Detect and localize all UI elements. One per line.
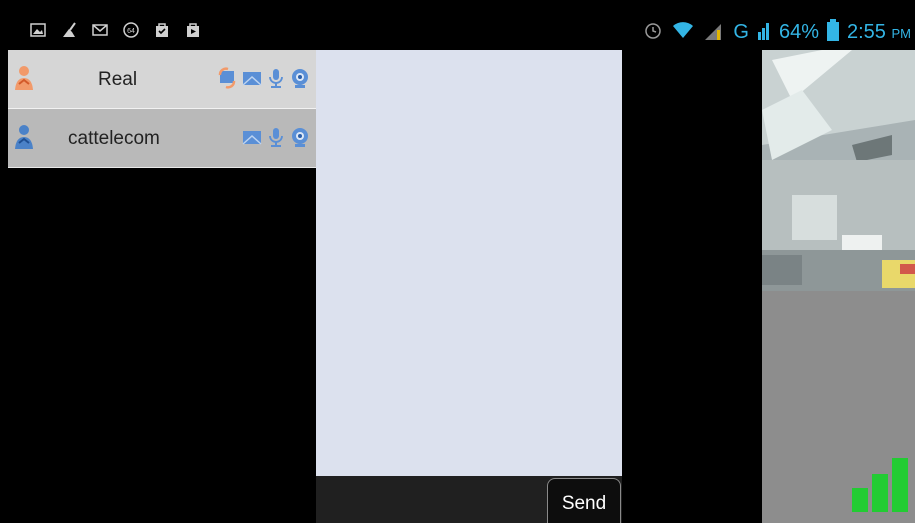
- webcam-icon[interactable]: [290, 126, 310, 148]
- notification-icons: 64: [30, 22, 201, 38]
- wifi-icon: [671, 20, 695, 45]
- signal-bar-2: [872, 474, 888, 512]
- message-icon[interactable]: [242, 67, 262, 89]
- battery-percent: 64%: [778, 20, 819, 43]
- system-status: G 64% 2:55 PM: [643, 18, 915, 46]
- call-signal-strength: [852, 456, 912, 514]
- gallery-icon: [30, 22, 46, 38]
- battery-icon: [827, 18, 839, 46]
- clock-suffix: PM: [891, 25, 912, 41]
- signal-bar-1: [852, 488, 868, 512]
- clock-time: 2:55: [847, 20, 886, 43]
- contact-actions: [218, 67, 310, 89]
- cleaner-icon: [61, 22, 77, 38]
- status-bar: 64 G 64% 2:55 PM: [0, 0, 915, 50]
- contact-actions: [242, 126, 310, 148]
- contact-item-real[interactable]: Real: [8, 50, 316, 108]
- alarm-icon: [643, 20, 663, 45]
- svg-text:64: 64: [127, 28, 135, 35]
- divider: [8, 167, 316, 168]
- video-frame: [762, 50, 915, 291]
- shopping-bag-check-icon: [154, 22, 170, 38]
- contact-name: cattelecom: [68, 128, 160, 149]
- contact-name: Real: [98, 69, 138, 90]
- chat-history[interactable]: [316, 50, 622, 476]
- video-preview[interactable]: [762, 50, 915, 291]
- send-button[interactable]: Send: [547, 478, 621, 523]
- signal-bar-3: [892, 458, 908, 512]
- microphone-icon[interactable]: [266, 67, 286, 89]
- contact-list: Real cattelecom: [8, 50, 316, 523]
- network-type: G: [733, 20, 749, 43]
- badge-64-icon: 64: [123, 22, 139, 38]
- gmail-icon: [92, 22, 108, 38]
- signal-icon: [703, 19, 725, 46]
- microphone-icon[interactable]: [266, 126, 286, 148]
- webcam-icon[interactable]: [290, 67, 310, 89]
- contact-item-cattelecom[interactable]: cattelecom: [8, 109, 316, 167]
- user-avatar-icon: [12, 64, 36, 92]
- message-icon[interactable]: [242, 126, 262, 148]
- transfer-icon[interactable]: [218, 67, 238, 89]
- signal-bars-icon: [757, 20, 771, 45]
- shopping-bag-icon: [185, 22, 201, 38]
- user-avatar-icon: [12, 123, 36, 151]
- clock: 2:55 PM: [847, 21, 915, 44]
